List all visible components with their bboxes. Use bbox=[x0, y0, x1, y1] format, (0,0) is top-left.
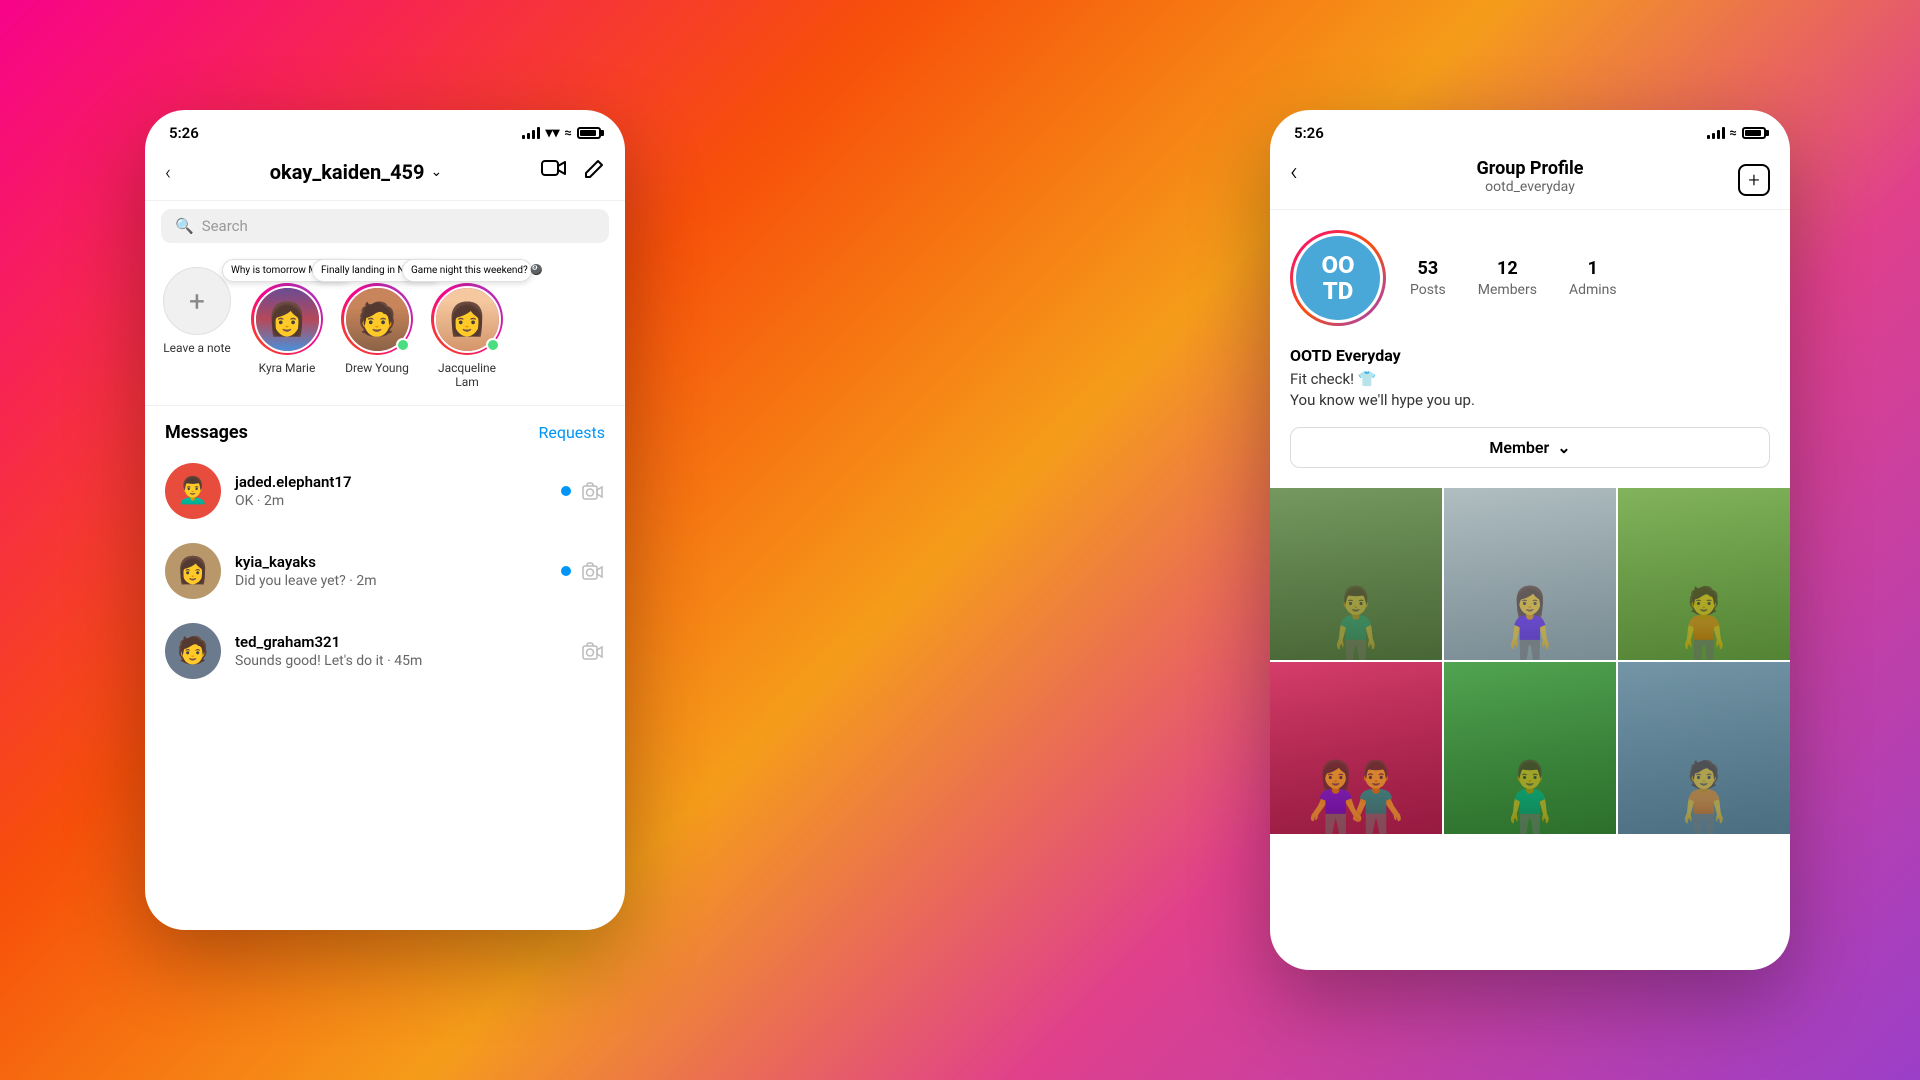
status-bar-left: 5:26 ▾▾ ≈ bbox=[145, 110, 625, 150]
stat-members-number: 12 bbox=[1478, 258, 1537, 279]
group-stats: 53 Posts 12 Members 1 Admins bbox=[1410, 258, 1617, 298]
photo-cell-1[interactable]: 🧍‍♀️ bbox=[1444, 488, 1616, 660]
unread-dot-0 bbox=[561, 486, 571, 496]
message-preview-0: OK · 2m bbox=[235, 493, 547, 509]
camera-icon-2[interactable] bbox=[581, 639, 605, 663]
message-avatar-0: 👨‍🦱 bbox=[165, 463, 221, 519]
message-actions-2 bbox=[581, 639, 605, 663]
signal-icon bbox=[522, 127, 540, 139]
group-add-button[interactable]: + bbox=[1738, 164, 1770, 196]
photo-cell-4[interactable]: 🧍‍♂️ bbox=[1444, 662, 1616, 834]
message-item-1[interactable]: 👩 kyia_kayaks Did you leave yet? · 2m bbox=[145, 531, 625, 611]
photo-cell-0[interactable]: 🧍‍♂️ bbox=[1270, 488, 1442, 660]
stories-row: + Leave a note Why is tomorrow Monday!? … bbox=[145, 251, 625, 406]
time-left: 5:26 bbox=[169, 124, 199, 142]
message-content-0: jaded.elephant17 OK · 2m bbox=[235, 473, 547, 509]
stat-posts: 53 Posts bbox=[1410, 258, 1446, 298]
status-icons-right: ≈ bbox=[1707, 126, 1766, 141]
message-username-0: jaded.elephant17 bbox=[235, 473, 547, 491]
status-icons-left: ▾▾ ≈ bbox=[522, 125, 601, 141]
story-drew[interactable]: Finally landing in NYC! ❤️ 🧑 Drew Young bbox=[341, 267, 413, 389]
photo-grid: 🧍‍♂️ 🧍‍♀️ 🧍 👫 bbox=[1270, 488, 1790, 834]
search-bar[interactable]: 🔍 Search bbox=[161, 209, 609, 243]
message-avatar-1: 👩 bbox=[165, 543, 221, 599]
kyra-avatar-border: 👩 bbox=[251, 283, 323, 355]
group-profile-header: ‹ Group Profile ootd_everyday + bbox=[1270, 150, 1790, 210]
stat-posts-label: Posts bbox=[1410, 282, 1446, 298]
jacqueline-online-indicator bbox=[486, 338, 500, 352]
group-profile-section: OOTD 53 Posts 12 Members 1 Admins bbox=[1270, 210, 1790, 346]
right-phone: 5:26 ≈ ‹ Group Profile ootd_everyday bbox=[1270, 110, 1790, 970]
group-back-button[interactable]: ‹ bbox=[1290, 157, 1298, 187]
story-jacqueline[interactable]: Game night this weekend? 🎱 👩 Jacqueline … bbox=[431, 267, 503, 389]
group-name: OOTD Everyday bbox=[1290, 346, 1770, 365]
message-content-2: ted_graham321 Sounds good! Let's do it ·… bbox=[235, 633, 567, 669]
stat-admins-label: Admins bbox=[1569, 282, 1617, 298]
wifi-icon-right: ≈ bbox=[1730, 126, 1737, 141]
header-actions bbox=[541, 158, 605, 186]
group-bio-text: Fit check! 👕 You know we'll hype you up. bbox=[1290, 369, 1770, 411]
message-actions-1 bbox=[561, 559, 605, 583]
message-username-2: ted_graham321 bbox=[235, 633, 567, 651]
group-bio: OOTD Everyday Fit check! 👕 You know we'l… bbox=[1270, 346, 1790, 427]
message-actions-0 bbox=[561, 479, 605, 503]
kyra-label: Kyra Marie bbox=[259, 361, 316, 375]
battery-icon bbox=[577, 127, 601, 139]
signal-icon-right bbox=[1707, 127, 1725, 139]
message-preview-1: Did you leave yet? · 2m bbox=[235, 573, 547, 589]
back-button[interactable]: ‹ bbox=[165, 160, 171, 184]
stat-posts-number: 53 bbox=[1410, 258, 1446, 279]
message-preview-2: Sounds good! Let's do it · 45m bbox=[235, 653, 567, 669]
message-username-1: kyia_kayaks bbox=[235, 553, 547, 571]
stat-admins-number: 1 bbox=[1569, 258, 1617, 279]
unread-dot-1 bbox=[561, 566, 571, 576]
message-avatar-2: 🧑 bbox=[165, 623, 221, 679]
member-button[interactable]: Member ⌄ bbox=[1290, 427, 1770, 468]
messages-title: Messages bbox=[165, 422, 248, 443]
group-avatar: OOTD bbox=[1293, 233, 1383, 323]
story-self[interactable]: + Leave a note bbox=[161, 267, 233, 389]
messages-header: Messages Requests bbox=[145, 406, 625, 451]
status-bar-right: 5:26 ≈ bbox=[1270, 110, 1790, 150]
member-chevron-icon: ⌄ bbox=[1557, 438, 1570, 457]
message-item-0[interactable]: 👨‍🦱 jaded.elephant17 OK · 2m bbox=[145, 451, 625, 531]
drew-label: Drew Young bbox=[345, 361, 409, 375]
story-self-label: Leave a note bbox=[163, 341, 231, 355]
stat-admins: 1 Admins bbox=[1569, 258, 1617, 298]
group-subtitle: ootd_everyday bbox=[1290, 179, 1770, 195]
message-item-2[interactable]: 🧑 ted_graham321 Sounds good! Let's do it… bbox=[145, 611, 625, 691]
time-right: 5:26 bbox=[1294, 124, 1324, 142]
story-kyra[interactable]: Why is tomorrow Monday!? 😩 👩 Kyra Marie bbox=[251, 267, 323, 389]
header-username[interactable]: okay_kaiden_459 ⌄ bbox=[270, 160, 443, 184]
camera-icon-0[interactable] bbox=[581, 479, 605, 503]
camera-icon-1[interactable] bbox=[581, 559, 605, 583]
battery-icon-right bbox=[1742, 127, 1766, 139]
photo-cell-5[interactable]: 🧍 bbox=[1618, 662, 1790, 834]
requests-link[interactable]: Requests bbox=[539, 423, 606, 442]
wifi-icon: ▾▾ bbox=[545, 125, 559, 141]
stat-members: 12 Members bbox=[1478, 258, 1537, 298]
drew-online-indicator bbox=[396, 338, 410, 352]
left-phone: 5:26 ▾▾ ≈ ‹ okay_kaiden_459 ⌄ bbox=[145, 110, 625, 930]
wifi-icon-sym: ≈ bbox=[565, 126, 572, 141]
jacqueline-label: Jacqueline Lam bbox=[431, 361, 503, 389]
left-phone-header: ‹ okay_kaiden_459 ⌄ bbox=[145, 150, 625, 201]
group-avatar-ring: OOTD bbox=[1290, 230, 1386, 326]
group-header-text: Group Profile ootd_everyday bbox=[1290, 158, 1770, 195]
video-call-icon[interactable] bbox=[541, 158, 567, 186]
jacqueline-note: Game night this weekend? 🎱 bbox=[402, 259, 532, 282]
edit-icon[interactable] bbox=[583, 158, 605, 186]
photo-cell-2[interactable]: 🧍 bbox=[1618, 488, 1790, 660]
search-placeholder: Search bbox=[202, 217, 248, 235]
search-icon: 🔍 bbox=[175, 217, 194, 235]
group-title: Group Profile bbox=[1290, 158, 1770, 179]
stat-members-label: Members bbox=[1478, 282, 1537, 298]
photo-cell-3[interactable]: 👫 bbox=[1270, 662, 1442, 834]
message-content-1: kyia_kayaks Did you leave yet? · 2m bbox=[235, 553, 547, 589]
chevron-icon: ⌄ bbox=[431, 164, 443, 180]
